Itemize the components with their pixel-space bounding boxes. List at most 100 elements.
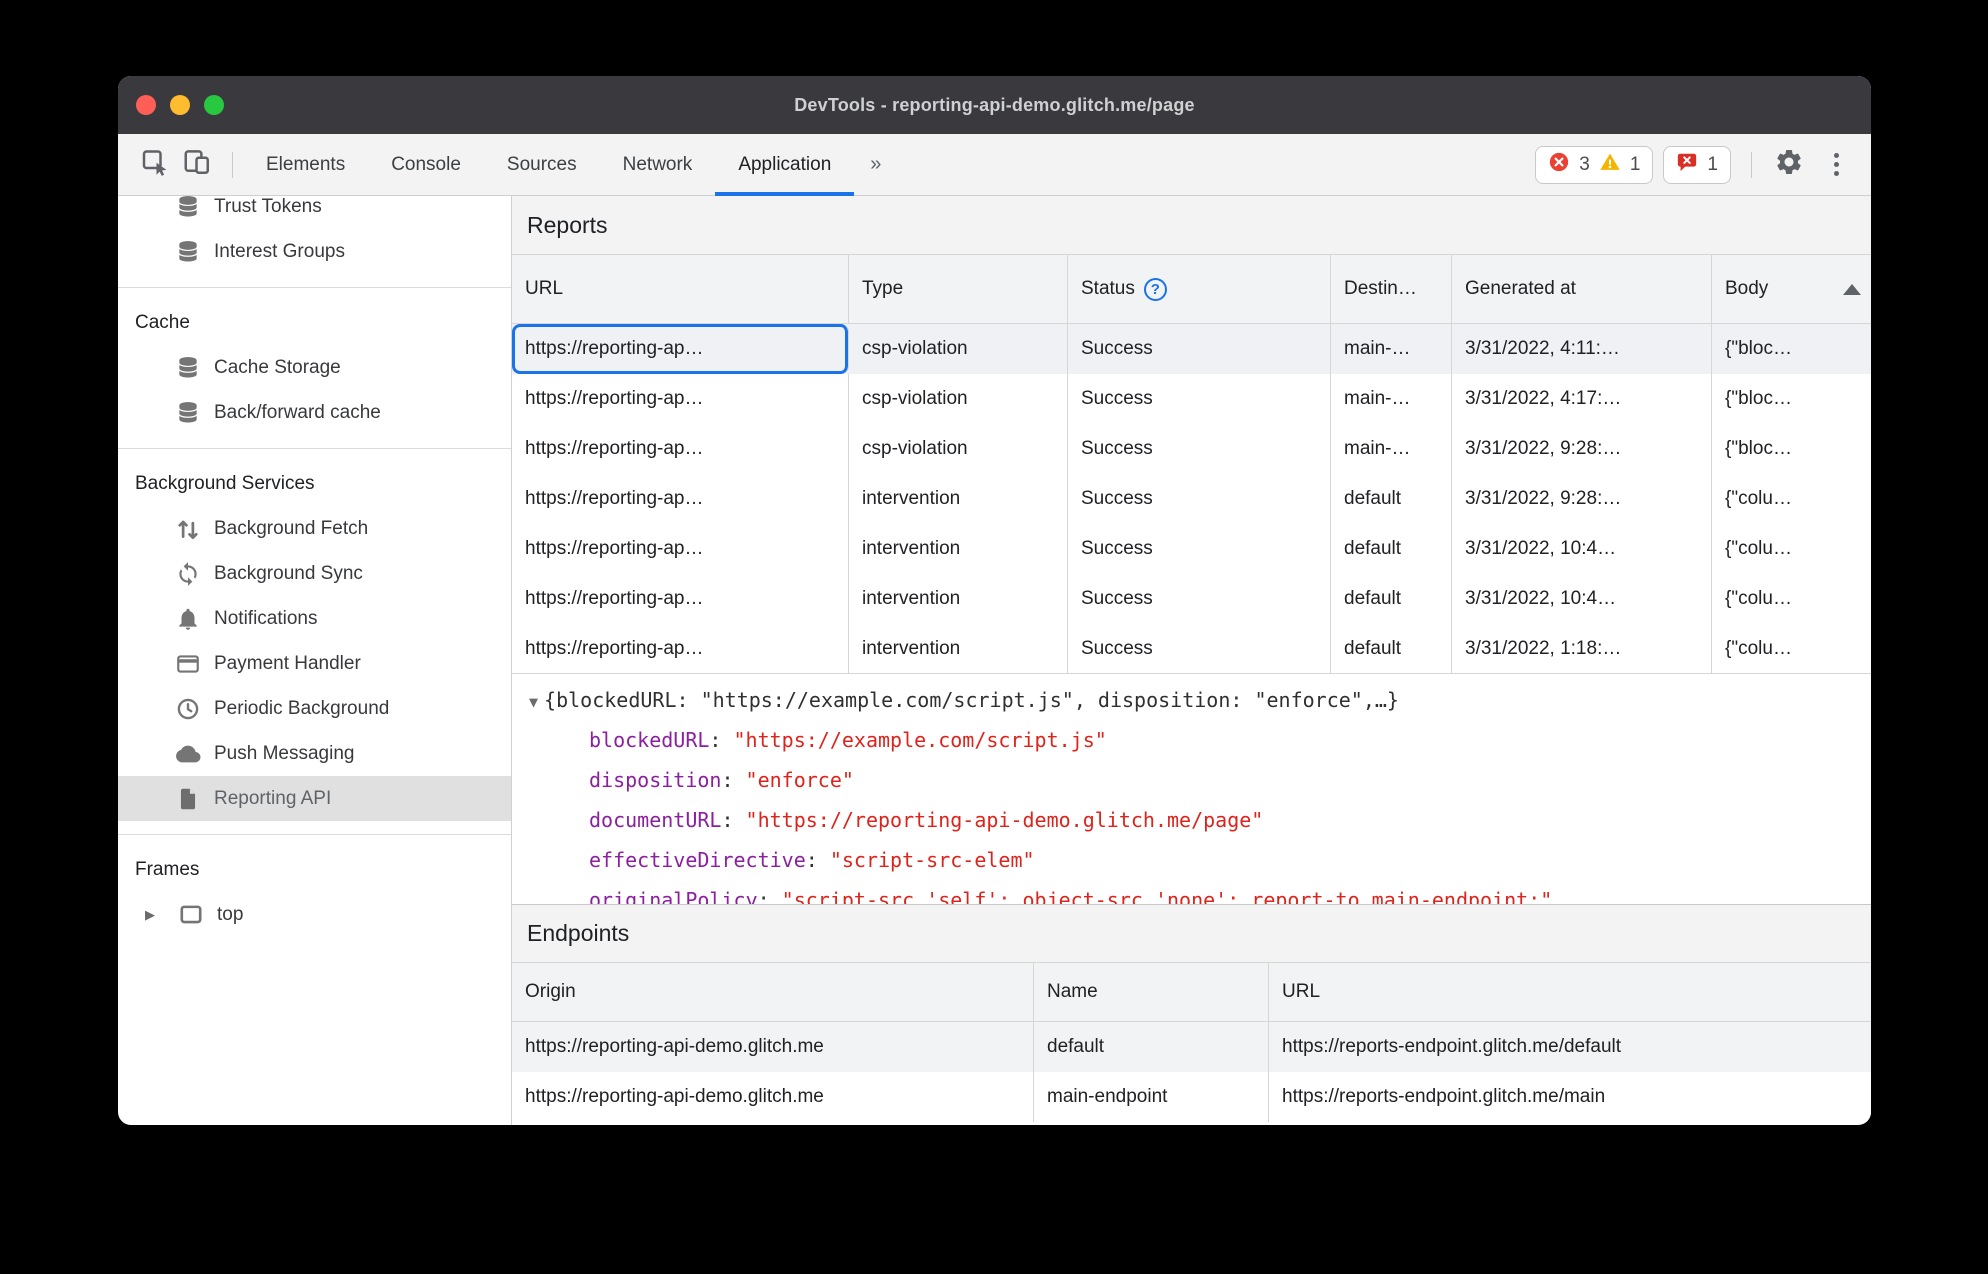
toolbar-right: 3 1 1 [1535, 145, 1849, 184]
zoom-button[interactable] [204, 95, 224, 115]
devtools-toolbar: Elements Console Sources Network Applica… [118, 134, 1871, 196]
column-header-destination[interactable]: Destin… [1331, 255, 1452, 323]
column-header-body[interactable]: Body [1712, 255, 1871, 323]
screenshot-stage: DevTools - reporting-api-demo.glitch.me/… [0, 0, 1988, 1274]
sidebar-item-label: Reporting API [214, 787, 332, 809]
more-tabs-button[interactable]: » [854, 153, 897, 176]
report-url-cell[interactable]: https://reporting-ap… [512, 324, 849, 374]
bell-icon [175, 606, 201, 632]
sidebar-item-label: Push Messaging [214, 742, 355, 764]
up-down-arrows-icon [175, 516, 201, 542]
settings-button[interactable] [1772, 148, 1806, 182]
sidebar-item-cache-storage[interactable]: Cache Storage [118, 345, 511, 390]
sidebar-item-reporting-api[interactable]: Reporting API [118, 776, 511, 821]
report-row[interactable]: https://reporting-ap… csp-violation Succ… [512, 424, 1871, 474]
column-header-name[interactable]: Name [1034, 963, 1269, 1021]
chevron-down-icon[interactable]: ▼ [529, 693, 538, 711]
tab-application[interactable]: Application [715, 134, 855, 196]
minimize-button[interactable] [170, 95, 190, 115]
report-row[interactable]: https://reporting-ap… intervention Succe… [512, 474, 1871, 524]
inspect-element-button[interactable] [138, 148, 172, 182]
sidebar-item-label: Notifications [214, 607, 318, 629]
reports-table: URL Type Status ? Destin… Generated at B… [512, 255, 1871, 674]
endpoint-row[interactable]: https://reporting-api-demo.glitch.me def… [512, 1022, 1871, 1072]
more-options-button[interactable] [1824, 153, 1849, 176]
error-icon [1548, 151, 1570, 178]
kebab-icon [1834, 153, 1839, 158]
panel-tabs: Elements Console Sources Network Applica… [243, 134, 855, 196]
device-toolbar-icon [182, 147, 212, 182]
warning-count: 1 [1629, 153, 1641, 175]
sidebar-item-payment-handler[interactable]: Payment Handler [118, 641, 511, 686]
database-icon [175, 239, 201, 265]
cloud-icon [175, 741, 201, 767]
sidebar-item-label: top [217, 903, 244, 925]
report-row[interactable]: https://reporting-ap… csp-violation Succ… [512, 374, 1871, 424]
status-help-icon[interactable]: ? [1143, 277, 1167, 301]
titlebar: DevTools - reporting-api-demo.glitch.me/… [118, 76, 1871, 134]
issue-count: 1 [1707, 153, 1718, 175]
frame-icon [178, 902, 204, 928]
sidebar-separator [118, 448, 511, 449]
card-icon [175, 651, 201, 677]
issues-badge[interactable]: 1 [1663, 145, 1731, 184]
column-header-generated-at[interactable]: Generated at [1452, 255, 1712, 323]
report-row[interactable]: https://reporting-ap… csp-violation Succ… [512, 324, 1871, 374]
tab-network[interactable]: Network [600, 134, 716, 196]
device-toolbar-button[interactable] [180, 148, 214, 182]
sidebar-item-notifications[interactable]: Notifications [118, 596, 511, 641]
close-button[interactable] [136, 95, 156, 115]
toolbar-separator [232, 151, 233, 178]
preview-field-clipped: originalPolicy: "script-src 'self'; obje… [589, 888, 1553, 904]
sync-icon [175, 561, 201, 587]
report-row[interactable]: https://reporting-ap… intervention Succe… [512, 624, 1871, 674]
application-sidebar: Trust Tokens Interest Groups Cache Cache… [118, 196, 512, 1125]
column-header-status[interactable]: Status ? [1068, 255, 1331, 323]
sidebar-item-label: Background Sync [214, 562, 363, 584]
devtools-window: DevTools - reporting-api-demo.glitch.me/… [118, 76, 1871, 1125]
sidebar-item-top-frame[interactable]: ▶ top [118, 892, 511, 937]
endpoints-table: Origin Name URL https://reporting-api-de… [512, 963, 1871, 1122]
sidebar-item-label: Cache Storage [214, 356, 341, 378]
toolbar-separator [1751, 151, 1752, 178]
issues-icon [1676, 151, 1698, 178]
sidebar-item-label: Interest Groups [214, 240, 345, 262]
sidebar-item-label: Background Fetch [214, 517, 369, 539]
warning-icon [1599, 151, 1621, 178]
sidebar-item-back-forward-cache[interactable]: Back/forward cache [118, 390, 511, 435]
chevron-right-icon[interactable]: ▶ [145, 907, 165, 923]
preview-field: documentURL: "https://reporting-api-demo… [589, 808, 1264, 832]
preview-summary[interactable]: ▼ {blockedURL: "https://example.com/scrip… [529, 680, 1871, 720]
tab-console[interactable]: Console [368, 134, 484, 196]
column-header-origin[interactable]: Origin [512, 963, 1034, 1021]
sidebar-heading-background-services: Background Services [135, 473, 315, 494]
sidebar-heading-cache: Cache [135, 312, 190, 333]
sidebar-item-push-messaging[interactable]: Push Messaging [118, 731, 511, 776]
report-body-preview: ▼ {blockedURL: "https://example.com/scrip… [512, 674, 1871, 904]
endpoints-section-title: Endpoints [512, 904, 1871, 963]
tab-elements[interactable]: Elements [243, 134, 368, 196]
window-title: DevTools - reporting-api-demo.glitch.me/… [794, 94, 1195, 115]
sidebar-item-trust-tokens[interactable]: Trust Tokens [118, 196, 511, 229]
column-header-url[interactable]: URL [1269, 963, 1871, 1021]
sidebar-heading-frames: Frames [135, 859, 200, 880]
sidebar-separator [118, 834, 511, 835]
sidebar-item-background-sync[interactable]: Background Sync [118, 551, 511, 596]
sidebar-item-interest-groups[interactable]: Interest Groups [118, 229, 511, 274]
database-icon [175, 400, 201, 426]
column-header-type[interactable]: Type [849, 255, 1068, 323]
report-row[interactable]: https://reporting-ap… intervention Succe… [512, 524, 1871, 574]
report-row[interactable]: https://reporting-ap… intervention Succe… [512, 574, 1871, 624]
tab-sources[interactable]: Sources [484, 134, 600, 196]
sidebar-item-periodic-background-sync[interactable]: Periodic Background [118, 686, 511, 731]
endpoints-header-row: Origin Name URL [512, 963, 1871, 1022]
endpoint-row[interactable]: https://reporting-api-demo.glitch.me mai… [512, 1072, 1871, 1122]
inspect-cursor-icon [140, 147, 170, 182]
column-header-url[interactable]: URL [512, 255, 849, 323]
console-status-badge[interactable]: 3 1 [1535, 145, 1654, 184]
traffic-lights [136, 76, 224, 134]
sidebar-item-background-fetch[interactable]: Background Fetch [118, 506, 511, 551]
reports-header-row: URL Type Status ? Destin… Generated at B… [512, 255, 1871, 324]
sidebar-item-label: Payment Handler [214, 652, 361, 674]
sidebar-item-label: Trust Tokens [214, 196, 322, 217]
